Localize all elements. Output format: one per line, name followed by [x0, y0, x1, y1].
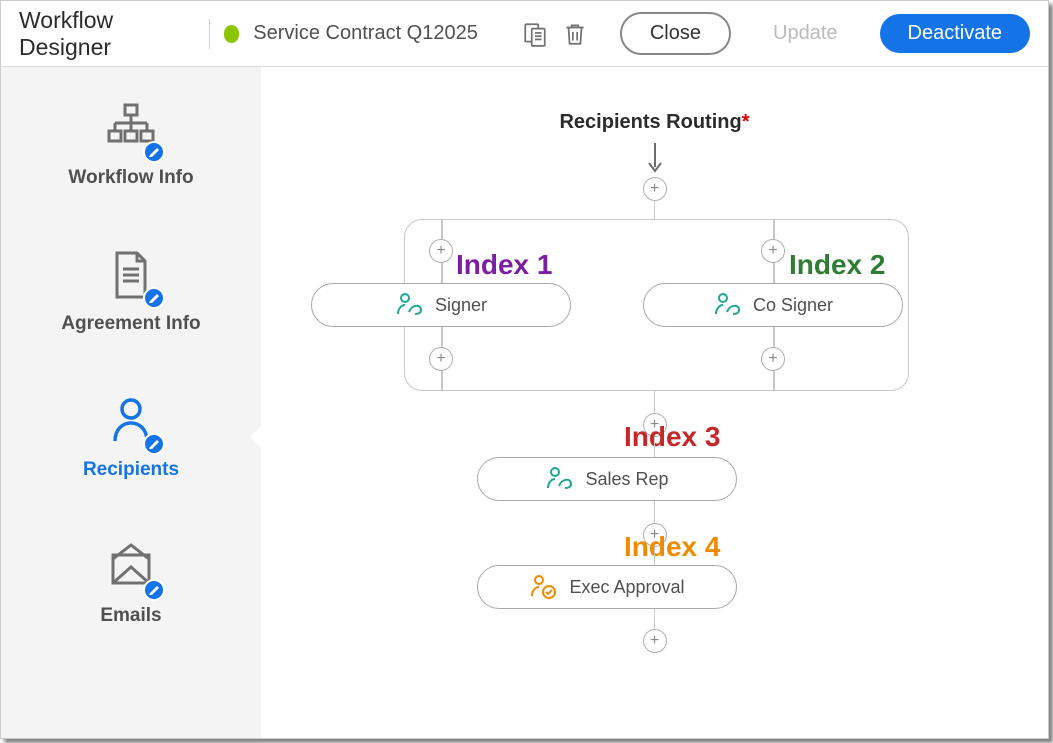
add-recipient-bottom[interactable]: + [643, 629, 667, 653]
add-recipient-col2-bottom[interactable]: + [761, 347, 785, 371]
update-button: Update [745, 14, 866, 53]
sidebar-item-emails[interactable]: Emails [1, 525, 261, 641]
update-button-label: Update [773, 22, 838, 44]
workflow-name: Service Contract Q12025 [253, 22, 478, 45]
sidebar-item-agreement-info[interactable]: Agreement Info [1, 233, 261, 349]
recipient-node-label: Exec Approval [569, 577, 684, 598]
connector [654, 437, 656, 459]
deactivate-button-label: Deactivate [908, 22, 1003, 44]
sidebar-item-workflow-info[interactable]: Workflow Info [1, 87, 261, 203]
recipient-node-label: Co Signer [753, 295, 833, 316]
recipient-node-cosigner[interactable]: Co Signer [643, 283, 903, 327]
add-recipient-col1-bottom[interactable]: + [429, 347, 453, 371]
deactivate-button[interactable]: Deactivate [880, 14, 1031, 53]
add-recipient-col2-top[interactable]: + [761, 239, 785, 263]
workflow-info-icon [103, 101, 159, 157]
header-divider [209, 19, 210, 49]
close-button[interactable]: Close [620, 12, 731, 55]
emails-icon [103, 539, 159, 595]
close-button-label: Close [650, 22, 701, 44]
sidebar: Workflow Info Agreement Info Recipients [1, 67, 261, 738]
recipient-node-exec[interactable]: Exec Approval [477, 565, 737, 609]
recipient-node-label: Sales Rep [585, 469, 668, 490]
signer-icon [713, 292, 741, 318]
recipients-icon [103, 393, 159, 449]
add-recipient-top[interactable]: + [643, 177, 667, 201]
status-indicator-icon [224, 25, 240, 43]
canvas-title-text: Recipients Routing [559, 111, 741, 133]
approver-icon [529, 574, 557, 600]
recipient-node-label: Signer [435, 295, 487, 316]
sidebar-item-label: Recipients [83, 459, 179, 481]
required-asterisk: * [742, 111, 750, 133]
arrow-down-icon [646, 143, 664, 180]
index-3-label: Index 3 [624, 421, 720, 453]
app-title: Workflow Designer [19, 7, 187, 61]
signer-icon [545, 466, 573, 492]
agreement-info-icon [103, 247, 159, 303]
recipient-node-salesrep[interactable]: Sales Rep [477, 457, 737, 501]
sidebar-item-label: Workflow Info [68, 167, 193, 189]
delete-icon[interactable] [562, 20, 588, 48]
index-4-label: Index 4 [624, 531, 720, 563]
connector [654, 201, 656, 219]
add-recipient-col1-top[interactable]: + [429, 239, 453, 263]
connector [654, 501, 656, 523]
connector [654, 547, 656, 567]
routing-canvas: Recipients Routing* + + + Index 1 Index … [261, 67, 1048, 738]
signer-icon [395, 292, 423, 318]
sidebar-item-label: Emails [100, 605, 161, 627]
sidebar-item-recipients[interactable]: Recipients [1, 379, 261, 495]
recipient-node-signer[interactable]: Signer [311, 283, 571, 327]
index-1-label: Index 1 [456, 249, 552, 281]
sidebar-item-label: Agreement Info [61, 313, 200, 335]
connector [654, 391, 656, 413]
canvas-title: Recipients Routing* [559, 111, 749, 134]
connector [654, 609, 656, 629]
index-2-label: Index 2 [789, 249, 885, 281]
header-bar: Workflow Designer Service Contract Q1202… [1, 1, 1048, 67]
duplicate-icon[interactable] [522, 20, 548, 48]
